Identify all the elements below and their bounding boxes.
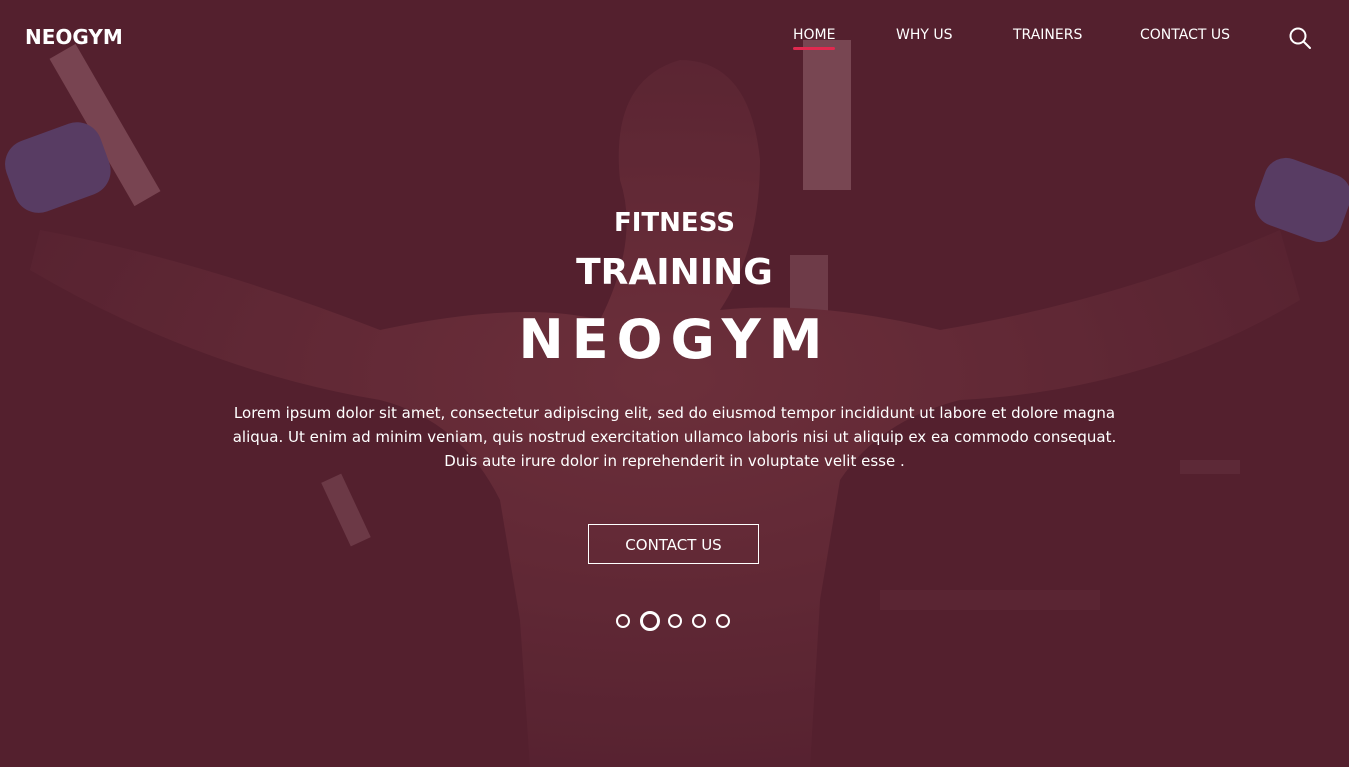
slider-dot-4[interactable] [692, 614, 706, 628]
main-nav: HOME WHY US TRAINERS CONTACT US [0, 0, 1349, 75]
hero-description: Lorem ipsum dolor sit amet, consectetur … [232, 404, 1117, 470]
slider-dot-5[interactable] [716, 614, 730, 628]
slider-pagination [615, 611, 745, 633]
nav-item-home[interactable]: HOME [793, 27, 836, 50]
slider-dot-1[interactable] [616, 614, 630, 628]
slider-dot-2[interactable] [640, 611, 660, 631]
slider-dot-3[interactable] [668, 614, 682, 628]
nav-item-why-us[interactable]: WHY US [896, 27, 953, 43]
hero-subtitle-training: TRAINING [576, 252, 773, 293]
hero-title: NEOGYM [518, 308, 831, 371]
nav-item-contact-us[interactable]: CONTACT US [1140, 27, 1230, 43]
contact-us-button[interactable]: CONTACT US [588, 524, 759, 564]
search-icon[interactable] [1288, 26, 1312, 50]
nav-item-trainers[interactable]: TRAINERS [1013, 27, 1082, 43]
hero-section: NEOGYM HOME WHY US TRAINERS CONTACT US F… [0, 0, 1349, 767]
hero-content: FITNESS TRAINING NEOGYM Lorem ipsum dolo… [0, 0, 1349, 767]
top-navbar: NEOGYM HOME WHY US TRAINERS CONTACT US [0, 0, 1349, 75]
hero-subtitle-fitness: FITNESS [614, 208, 735, 238]
